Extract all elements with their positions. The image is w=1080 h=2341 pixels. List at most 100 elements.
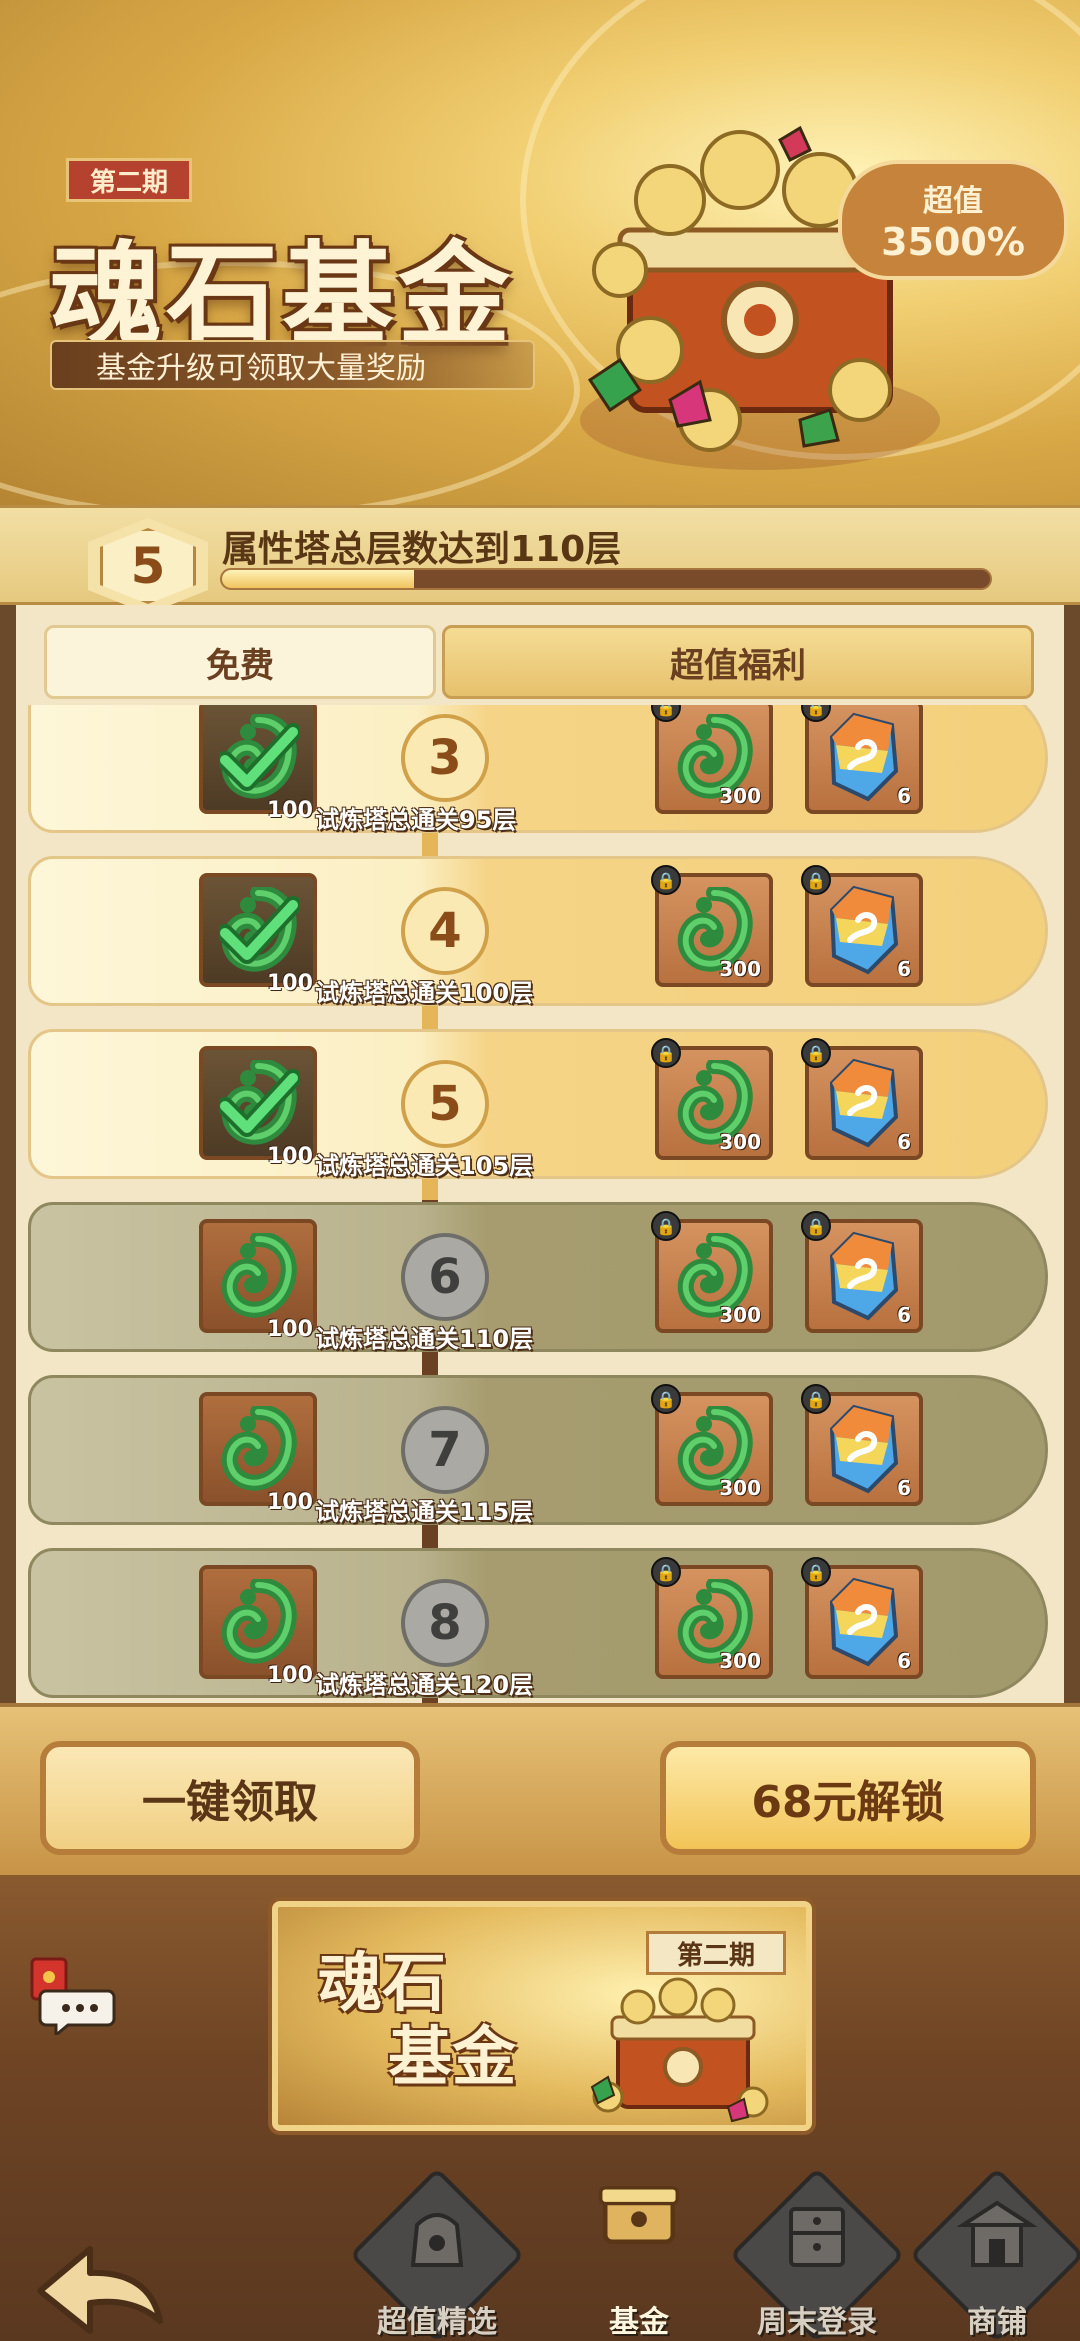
premium-reward-item[interactable]: 🔒 6 (801, 1557, 923, 1679)
reward-row[interactable]: 100 4 🔒 300 🔒 6 试炼塔总通关100层 (28, 856, 1048, 1007)
premium-reward-item[interactable]: 🔒 6 (801, 705, 923, 814)
free-reward-quantity: 100 (267, 798, 313, 823)
tier-number: 3 (401, 714, 489, 802)
fund-card-title: 魂石 基金 (318, 1947, 516, 2094)
fund-card-title-line1: 魂石 (318, 1946, 446, 2021)
reward-row[interactable]: 100 6 🔒 300 🔒 6 试炼塔总通关110层 (28, 1202, 1048, 1353)
premium-reward-item[interactable]: 🔒 6 (801, 865, 923, 987)
nav-item[interactable]: 周末登录 (729, 2145, 905, 2341)
crystal-gem-icon (829, 1577, 899, 1667)
reward-row[interactable]: 100 3 🔒 300 🔒 6 试炼塔总通关95层 (28, 705, 1048, 834)
free-reward-item[interactable] (199, 1219, 317, 1333)
premium-reward-quantity: 300 (719, 1303, 761, 1327)
jade-soulstone-icon (221, 1406, 297, 1491)
premium-reward-quantity: 6 (897, 1649, 911, 1673)
tier-number: 6 (401, 1233, 489, 1321)
jade-soulstone-icon (221, 1233, 297, 1318)
lock-icon: 🔒 (651, 865, 681, 895)
value-badge-percent: 3500% (881, 220, 1025, 264)
lock-icon: 🔒 (801, 705, 831, 722)
reward-rows[interactable]: 100 3 🔒 300 🔒 6 试炼塔总通关95层 100 4 🔒 300 🔒 … (16, 705, 1064, 1703)
claim-all-button[interactable]: 一键领取 (40, 1741, 420, 1855)
progress-strip: 5 属性塔总层数达到110层 (0, 505, 1080, 614)
crystal-gem-icon (829, 1404, 899, 1494)
premium-reward-item[interactable]: 🔒 6 (801, 1211, 923, 1333)
level-number: 5 (100, 528, 196, 604)
progress-text: 属性塔总层数达到110层 (222, 529, 622, 570)
nav-item[interactable]: 商铺 (909, 2145, 1080, 2341)
premium-reward-quantity: 300 (719, 1130, 761, 1154)
tab-premium[interactable]: 超值福利 (442, 625, 1034, 699)
back-arrow-icon[interactable] (30, 2241, 170, 2341)
premium-reward-item[interactable]: 🔒 300 (651, 865, 773, 987)
progress-bar (220, 568, 992, 590)
lock-icon: 🔒 (801, 865, 831, 895)
lock-icon: 🔒 (801, 1211, 831, 1241)
period-tag: 第二期 (66, 158, 192, 202)
premium-reward-quantity: 300 (719, 1476, 761, 1500)
premium-reward-item[interactable]: 🔒 300 (651, 1211, 773, 1333)
fund-card-title-line2: 基金 (388, 2019, 516, 2095)
premium-reward-item[interactable]: 🔒 6 (801, 1384, 923, 1506)
reward-row[interactable]: 100 8 🔒 300 🔒 6 试炼塔总通关120层 (28, 1548, 1048, 1699)
fund-banner: 第二期 魂石基金 基金升级可领取大量奖励 超值 3500% (0, 0, 1080, 505)
chat-icon[interactable] (26, 1955, 116, 2035)
reward-row[interactable]: 100 7 🔒 300 🔒 6 试炼塔总通关115层 (28, 1375, 1048, 1526)
premium-reward-item[interactable]: 🔒 6 (801, 1038, 923, 1160)
free-reward-item[interactable] (199, 1392, 317, 1506)
fund-card-soulstone[interactable]: 魂石 基金 第二期 (272, 1901, 812, 2131)
checkmark-icon (219, 896, 299, 964)
unlock-button[interactable]: 68元解锁 (660, 1741, 1036, 1855)
checkmark-icon (219, 1069, 299, 1137)
row-requirement-label: 试炼塔总通关120层 (315, 1671, 534, 1699)
nav-label: 基金 (609, 2305, 669, 2340)
row-requirement-label: 试炼塔总通关105层 (315, 1152, 534, 1180)
premium-reward-quantity: 300 (719, 957, 761, 981)
free-reward-item[interactable] (199, 1565, 317, 1679)
gift-bag-icon (410, 2213, 464, 2267)
crystal-gem-icon (829, 712, 899, 802)
nav-item[interactable]: 基金 (564, 2145, 714, 2341)
premium-reward-item[interactable]: 🔒 300 (651, 1557, 773, 1679)
nav-item[interactable]: 超值精选 (349, 2145, 525, 2341)
lock-icon: 🔒 (651, 1557, 681, 1587)
premium-reward-item[interactable]: 🔒 300 (651, 1038, 773, 1160)
premium-reward-quantity: 300 (719, 1649, 761, 1673)
free-reward-quantity: 100 (267, 1144, 313, 1169)
tier-number: 7 (401, 1406, 489, 1494)
premium-reward-item[interactable]: 🔒 300 (651, 705, 773, 814)
lock-icon: 🔒 (651, 1038, 681, 1068)
premium-reward-quantity: 300 (719, 784, 761, 808)
banner-subtitle: 基金升级可领取大量奖励 (50, 340, 535, 390)
premium-reward-quantity: 6 (897, 957, 911, 981)
tab-free[interactable]: 免费 (44, 625, 436, 699)
row-requirement-label: 试炼塔总通关95层 (315, 806, 517, 834)
fund-card-period-tag: 第二期 (646, 1931, 786, 1975)
tier-number: 8 (401, 1579, 489, 1667)
nav-label: 超值精选 (377, 2305, 497, 2340)
reward-list-panel: 免费 超值福利 100 3 🔒 300 🔒 6 试炼塔总通关95层 100 4 … (16, 605, 1064, 1703)
premium-reward-quantity: 6 (897, 784, 911, 808)
checkmark-icon (219, 723, 299, 791)
premium-reward-item[interactable]: 🔒 300 (651, 1384, 773, 1506)
value-badge: 超值 3500% (838, 160, 1068, 280)
tier-number: 4 (401, 887, 489, 975)
treasure-chest-icon (599, 2186, 679, 2244)
lock-icon: 🔒 (651, 1384, 681, 1414)
reward-tabs: 免费 超值福利 (44, 625, 1054, 699)
cabinet-icon (789, 2207, 845, 2267)
progress-bar-fill (222, 570, 414, 588)
bottom-nav: 超值精选 基金 周末登录 商铺 (0, 2145, 1080, 2341)
crystal-gem-icon (829, 885, 899, 975)
free-reward-quantity: 100 (267, 971, 313, 996)
crystal-gem-icon (829, 1058, 899, 1148)
jade-soulstone-icon (221, 1579, 297, 1664)
lock-icon: 🔒 (801, 1038, 831, 1068)
action-bar: 一键领取 68元解锁 (0, 1703, 1080, 1875)
reward-row[interactable]: 100 5 🔒 300 🔒 6 试炼塔总通关105层 (28, 1029, 1048, 1180)
premium-reward-quantity: 6 (897, 1303, 911, 1327)
free-reward-quantity: 100 (267, 1663, 313, 1688)
tier-number: 5 (401, 1060, 489, 1148)
shop-pavilion-icon (957, 2200, 1037, 2267)
premium-reward-quantity: 6 (897, 1130, 911, 1154)
